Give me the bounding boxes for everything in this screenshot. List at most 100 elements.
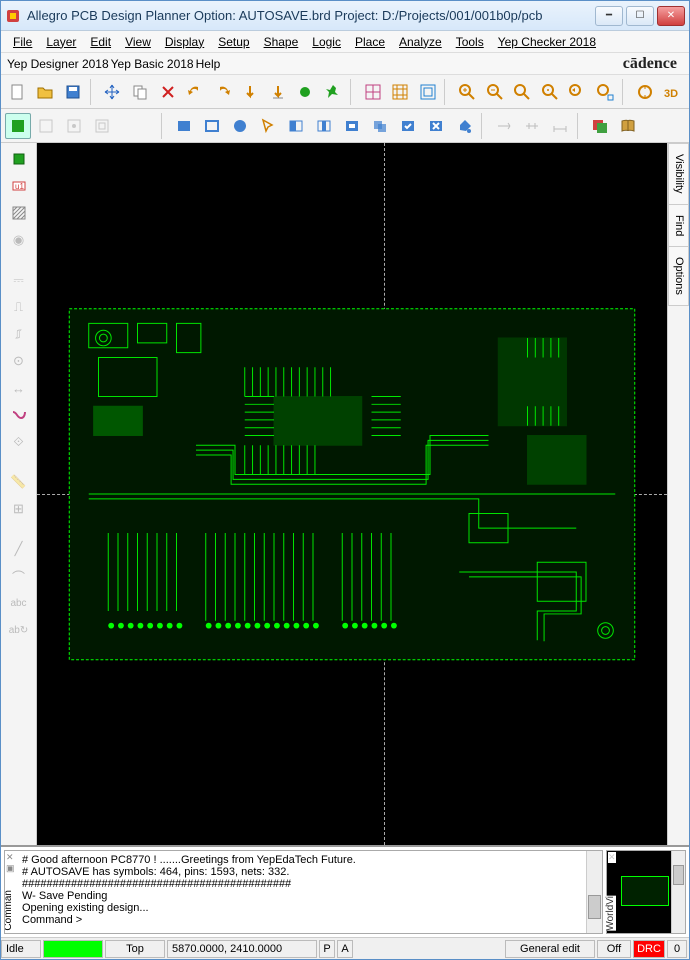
menu-edit[interactable]: Edit (84, 33, 117, 51)
book-button[interactable] (615, 113, 641, 139)
scrollbar-thumb[interactable] (588, 895, 601, 919)
design-canvas[interactable] (37, 143, 667, 845)
command-console[interactable]: ✕ ▣ Comman # Good afternoon PC8770 ! ...… (4, 850, 603, 934)
status-mode[interactable]: General edit (505, 940, 595, 958)
move-button[interactable] (100, 79, 126, 105)
undo-button[interactable] (182, 79, 208, 105)
save-button[interactable] (60, 79, 86, 105)
status-progress (43, 940, 103, 958)
status-p[interactable]: P (319, 940, 335, 958)
lt-symbol-icon[interactable]: u1 (7, 174, 31, 198)
redo-button[interactable] (210, 79, 236, 105)
lt-chip-icon[interactable] (7, 147, 31, 171)
shape-x-button[interactable] (423, 113, 449, 139)
select-button[interactable] (255, 113, 281, 139)
status-a[interactable]: A (337, 940, 353, 958)
menu-tools[interactable]: Tools (450, 33, 490, 51)
lt-via-icon[interactable]: ⊙ (7, 349, 31, 373)
lt-diff-icon[interactable] (7, 403, 31, 427)
copy-button[interactable] (127, 79, 153, 105)
shape-check-button[interactable] (395, 113, 421, 139)
tab-options[interactable]: Options (668, 246, 689, 306)
mode-shape-button[interactable] (89, 113, 115, 139)
separator (350, 79, 356, 105)
status-layer[interactable]: Top (105, 940, 165, 958)
status-drc[interactable]: DRC (633, 940, 665, 958)
lt-arc-icon[interactable]: ⌒ (7, 564, 31, 588)
shape-merge-button[interactable] (367, 113, 393, 139)
grid3-button[interactable] (415, 79, 441, 105)
down2-button[interactable] (265, 79, 291, 105)
worldview-panel[interactable]: ✕ WorldVi (606, 850, 686, 934)
dim-chain-button[interactable] (519, 113, 545, 139)
worldview-x-icon[interactable]: ✕ (608, 852, 616, 863)
console-scrollbar[interactable] (586, 851, 602, 933)
down-button[interactable] (238, 79, 264, 105)
menu-shape[interactable]: Shape (258, 33, 305, 51)
mode-place-button[interactable] (61, 113, 87, 139)
menu-display[interactable]: Display (159, 33, 210, 51)
shape-rect-fill-button[interactable] (171, 113, 197, 139)
layers-button[interactable] (587, 113, 613, 139)
lt-route2-icon[interactable]: ⎍ (7, 295, 31, 319)
fill-bucket-button[interactable] (451, 113, 477, 139)
flag-button[interactable] (293, 79, 319, 105)
menu-yepdesigner[interactable]: Yep Designer 2018 (7, 57, 109, 71)
status-off[interactable]: Off (597, 940, 631, 958)
shape-rect-button[interactable] (199, 113, 225, 139)
delete-button[interactable] (155, 79, 181, 105)
lt-text-icon[interactable]: abc (7, 591, 31, 615)
zoom-in-button[interactable] (454, 79, 480, 105)
lt-text2-icon[interactable]: ab↻ (7, 618, 31, 642)
dim-end-button[interactable] (491, 113, 517, 139)
shape-void-button[interactable] (339, 113, 365, 139)
maximize-button[interactable]: ☐ (626, 6, 654, 26)
dim-linear-button[interactable] (547, 113, 573, 139)
lt-slide-icon[interactable]: ↔ (7, 376, 31, 400)
worldview-scrollbar[interactable] (671, 851, 685, 933)
minimize-button[interactable]: ━ (595, 6, 623, 26)
open-file-button[interactable] (33, 79, 59, 105)
zoom-prev-button[interactable] (565, 79, 591, 105)
grid1-button[interactable] (360, 79, 386, 105)
new-file-button[interactable] (5, 79, 31, 105)
menu-analyze[interactable]: Analyze (393, 33, 448, 51)
tab-visibility[interactable]: Visibility (668, 143, 689, 205)
menu-logic[interactable]: Logic (306, 33, 347, 51)
shape-edit1-button[interactable] (283, 113, 309, 139)
zoom-center-button[interactable] (537, 79, 563, 105)
scrollbar-thumb[interactable] (673, 865, 684, 885)
lt-route3-icon[interactable]: ⎎ (7, 322, 31, 346)
worldview-label: WorldVi (605, 896, 616, 931)
zoom-fit-button[interactable] (510, 79, 536, 105)
lt-hatch-icon[interactable] (7, 201, 31, 225)
menu-place[interactable]: Place (349, 33, 391, 51)
lt-snap-icon[interactable]: ⊞ (7, 497, 31, 521)
pin-button[interactable] (320, 79, 346, 105)
console-x-icon[interactable]: ✕ (6, 852, 14, 863)
close-button[interactable]: ✕ (657, 6, 685, 26)
menu-yepchecker[interactable]: Yep Checker 2018 (492, 33, 602, 51)
mode-etch-button[interactable] (33, 113, 59, 139)
view-reset-button[interactable] (632, 79, 658, 105)
console-pin-icon[interactable]: ▣ (6, 863, 15, 874)
view-3d-button[interactable]: 3D (659, 79, 685, 105)
lt-custom-icon[interactable]: ⟐ (7, 430, 31, 454)
menu-view[interactable]: View (119, 33, 157, 51)
zoom-sel-button[interactable] (592, 79, 618, 105)
lt-line-icon[interactable]: ╱ (7, 537, 31, 561)
menu-help[interactable]: Help (196, 57, 221, 71)
lt-route1-icon[interactable]: ⎓ (7, 268, 31, 292)
lt-pin-icon[interactable]: ◉ (7, 228, 31, 252)
menu-setup[interactable]: Setup (212, 33, 255, 51)
shape-circle-button[interactable] (227, 113, 253, 139)
menu-file[interactable]: File (7, 33, 38, 51)
tab-find[interactable]: Find (668, 204, 689, 247)
shape-edit2-button[interactable] (311, 113, 337, 139)
lt-ruler-icon[interactable]: 📏 (7, 470, 31, 494)
mode-general-button[interactable] (5, 113, 31, 139)
grid2-button[interactable] (387, 79, 413, 105)
menu-yepbasic[interactable]: Yep Basic 2018 (111, 57, 194, 71)
zoom-out-button[interactable] (482, 79, 508, 105)
menu-layer[interactable]: Layer (40, 33, 82, 51)
